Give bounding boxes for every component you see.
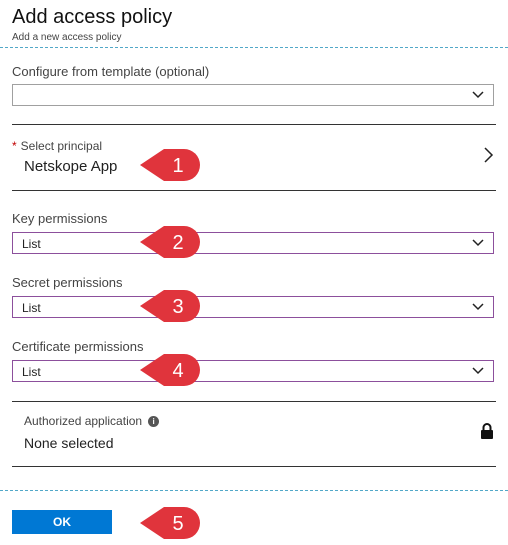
certificate-permissions-dropdown[interactable]: List: [12, 360, 494, 382]
authorized-application-label: Authorized application i: [24, 414, 160, 428]
blade-title: Add access policy: [12, 6, 173, 28]
chevron-down-icon: [472, 367, 484, 375]
template-label: Configure from template (optional): [12, 64, 210, 79]
certificate-permissions-value: List: [22, 365, 41, 379]
secret-permissions-label: Secret permissions: [12, 275, 123, 290]
footer-divider: [0, 490, 508, 491]
info-icon[interactable]: i: [148, 415, 160, 427]
principal-label: * Select principal: [12, 139, 102, 153]
header-divider: [0, 47, 508, 48]
chevron-down-icon: [472, 303, 484, 311]
svg-text:5: 5: [172, 513, 183, 535]
key-permissions-label: Key permissions: [12, 211, 108, 226]
section-divider: [12, 466, 496, 467]
blade-subtitle: Add a new access policy: [12, 32, 122, 43]
authorized-application-value: None selected: [24, 435, 114, 451]
callout-4: 4: [140, 354, 200, 386]
chevron-down-icon: [472, 239, 484, 247]
callout-1: 1: [140, 149, 200, 181]
principal-value[interactable]: Netskope App: [24, 158, 117, 175]
chevron-down-icon: [472, 91, 484, 99]
lock-icon: [481, 423, 493, 439]
ok-button[interactable]: OK: [12, 510, 112, 534]
callout-3: 3: [140, 290, 200, 322]
svg-text:3: 3: [172, 296, 183, 318]
certificate-permissions-label: Certificate permissions: [12, 339, 144, 354]
required-marker: *: [12, 139, 17, 153]
section-divider: [12, 190, 496, 191]
template-dropdown[interactable]: [12, 84, 494, 106]
svg-text:4: 4: [172, 360, 183, 382]
callout-5: 5: [140, 507, 200, 539]
authorized-application-label-text: Authorized application: [24, 414, 143, 428]
secret-permissions-dropdown[interactable]: List: [12, 296, 494, 318]
svg-text:1: 1: [172, 155, 183, 177]
key-permissions-dropdown[interactable]: List: [12, 232, 494, 254]
key-permissions-value: List: [22, 237, 41, 251]
section-divider: [12, 401, 496, 402]
principal-label-text: Select principal: [20, 139, 103, 153]
section-divider: [12, 124, 496, 125]
chevron-right-icon[interactable]: [482, 146, 494, 164]
svg-text:2: 2: [172, 232, 183, 254]
secret-permissions-value: List: [22, 301, 41, 315]
callout-2: 2: [140, 226, 200, 258]
